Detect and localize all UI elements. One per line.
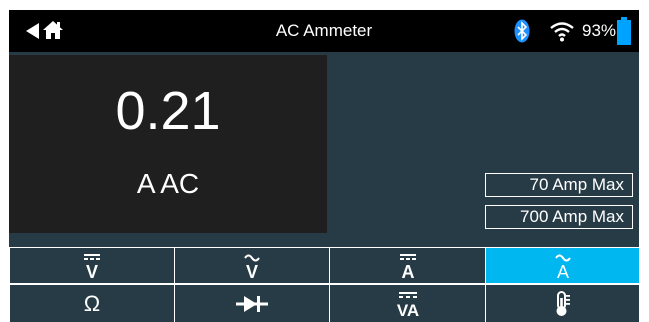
- mode-resistance-button[interactable]: Ω: [10, 285, 174, 322]
- mode-dc-volt-amp-label: VA: [396, 301, 418, 318]
- diode-icon: [236, 295, 268, 312]
- mode-temperature-button[interactable]: [486, 285, 639, 322]
- bluetooth-icon: [514, 19, 530, 43]
- wifi-icon: [550, 22, 574, 42]
- mode-ac-current-button[interactable]: A: [486, 248, 639, 283]
- mode-dc-voltage-label: V: [86, 262, 98, 279]
- reading-value: 0.21: [115, 81, 221, 141]
- temperature-icon: [556, 290, 570, 316]
- dc-voltage-icon: V: [84, 253, 100, 279]
- dc-current-icon: A: [399, 253, 416, 279]
- mode-diode-button[interactable]: [175, 285, 329, 322]
- battery-percent: 93%: [582, 21, 617, 40]
- mode-dc-current-button[interactable]: A: [330, 248, 485, 283]
- measurement-display: 0.21 A AC: [9, 55, 327, 233]
- mode-grid: V V A A Ω VA: [9, 247, 639, 322]
- resistance-icon: Ω: [83, 290, 101, 316]
- mode-dc-volt-amp-button[interactable]: VA: [330, 285, 485, 322]
- app-frame: AC Ammeter 93% 0.21 A AC 70 Amp Max 700 …: [9, 10, 639, 322]
- range-700-amp-button[interactable]: 700 Amp Max: [485, 205, 633, 229]
- mode-ac-voltage-button[interactable]: V: [175, 248, 329, 283]
- title-bar: AC Ammeter 93%: [9, 10, 639, 52]
- mode-dc-current-label: A: [401, 262, 414, 279]
- ac-current-icon: A: [554, 254, 571, 279]
- mode-ac-current-label: A: [556, 262, 568, 279]
- range-70-amp-button[interactable]: 70 Amp Max: [485, 173, 633, 197]
- mode-dc-voltage-button[interactable]: V: [10, 248, 174, 283]
- dc-volt-amp-icon: VA: [396, 291, 419, 318]
- battery-icon: [617, 17, 631, 45]
- ac-voltage-icon: V: [244, 254, 260, 279]
- reading-unit: A AC: [136, 168, 200, 199]
- mode-ac-voltage-label: V: [246, 262, 258, 279]
- screen-title: AC Ammeter: [275, 21, 373, 40]
